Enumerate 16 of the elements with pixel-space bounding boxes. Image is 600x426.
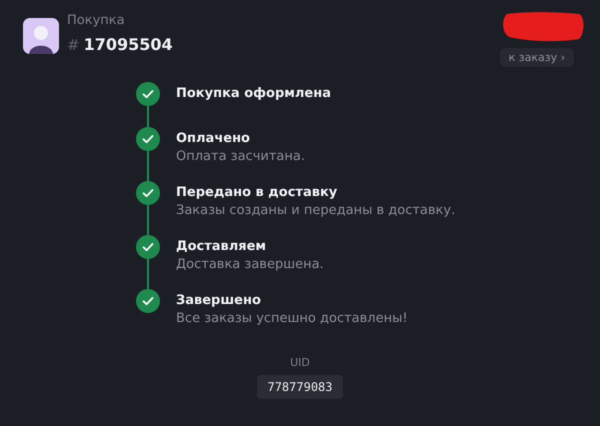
uid-label: UID (290, 356, 310, 369)
order-link-button[interactable]: к заказу › (500, 48, 574, 67)
step-title: Оплачено (176, 130, 251, 148)
purchase-label: Покупка (67, 12, 126, 30)
step-description: Все заказы успешно доставлены! (176, 310, 408, 328)
step-title: Доставляем (176, 238, 268, 256)
hash-sign: # (67, 36, 80, 54)
step-description: Заказы созданы и переданы в доставку. (176, 202, 456, 220)
step-description: Оплата засчитана. (176, 148, 305, 166)
step-title: Покупка оформлена (176, 85, 331, 103)
avatar-icon (23, 18, 59, 54)
step-title: Завершено (176, 292, 262, 310)
order-number: 17095504 (84, 35, 173, 54)
step-title: Передано в доставку (176, 184, 338, 202)
step-description: Доставка завершена. (176, 256, 324, 274)
uid-value: 778779083 (257, 375, 343, 399)
